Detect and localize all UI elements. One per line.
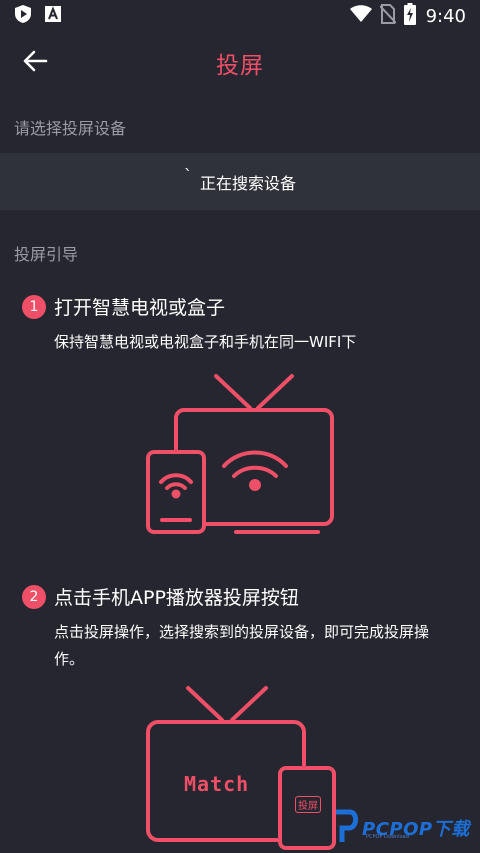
page-title: 投屏	[216, 53, 264, 79]
shield-play-icon	[14, 4, 32, 28]
device-section-label: 请选择投屏设备	[14, 119, 127, 138]
arrow-left-icon	[22, 50, 48, 76]
step-1-badge: 1	[22, 294, 46, 319]
watermark-subtext: PCPOP Download	[366, 834, 409, 840]
status-bar: 9:40	[0, 0, 480, 32]
pcpop-logo-icon	[330, 806, 360, 850]
no-sim-icon	[378, 4, 397, 28]
step-2-header: 2 点击手机APP播放器投屏按钮	[22, 583, 299, 610]
step-2-title: 点击手机APP播放器投屏按钮	[54, 587, 299, 609]
searching-text: 正在搜索设备	[199, 173, 296, 193]
step-1-title: 打开智慧电视或盒子	[54, 297, 226, 319]
guide-section-label: 投屏引导	[14, 245, 79, 264]
device-search-bar[interactable]: ˋ 正在搜索设备	[0, 153, 480, 210]
tv-phone-cast-illustration: Match 投屏	[140, 684, 340, 853]
loading-spinner: ˋ	[183, 166, 192, 185]
step-1-description: 保持智慧电视或电视盒子和手机在同一WIFI下	[54, 333, 357, 351]
battery-charging-icon	[403, 3, 416, 29]
phone-cast-text: 投屏	[295, 796, 321, 813]
status-time: 9:40	[425, 5, 466, 27]
step-2-badge: 2	[22, 584, 46, 609]
tv-screen-text: Match	[184, 772, 250, 796]
font-a-icon	[44, 5, 62, 27]
watermark-logo: PCPOP下载 PCPOP Download	[330, 806, 470, 850]
step-1-header: 1 打开智慧电视或盒子	[22, 293, 225, 320]
back-button[interactable]	[18, 46, 52, 80]
step-2-description: 点击投屏操作，选择搜索到的投屏设备，即可完成投屏操作。	[54, 623, 430, 668]
app-bar: 投屏	[0, 32, 480, 94]
wifi-icon	[349, 5, 372, 27]
tv-phone-wifi-illustration	[140, 372, 340, 542]
